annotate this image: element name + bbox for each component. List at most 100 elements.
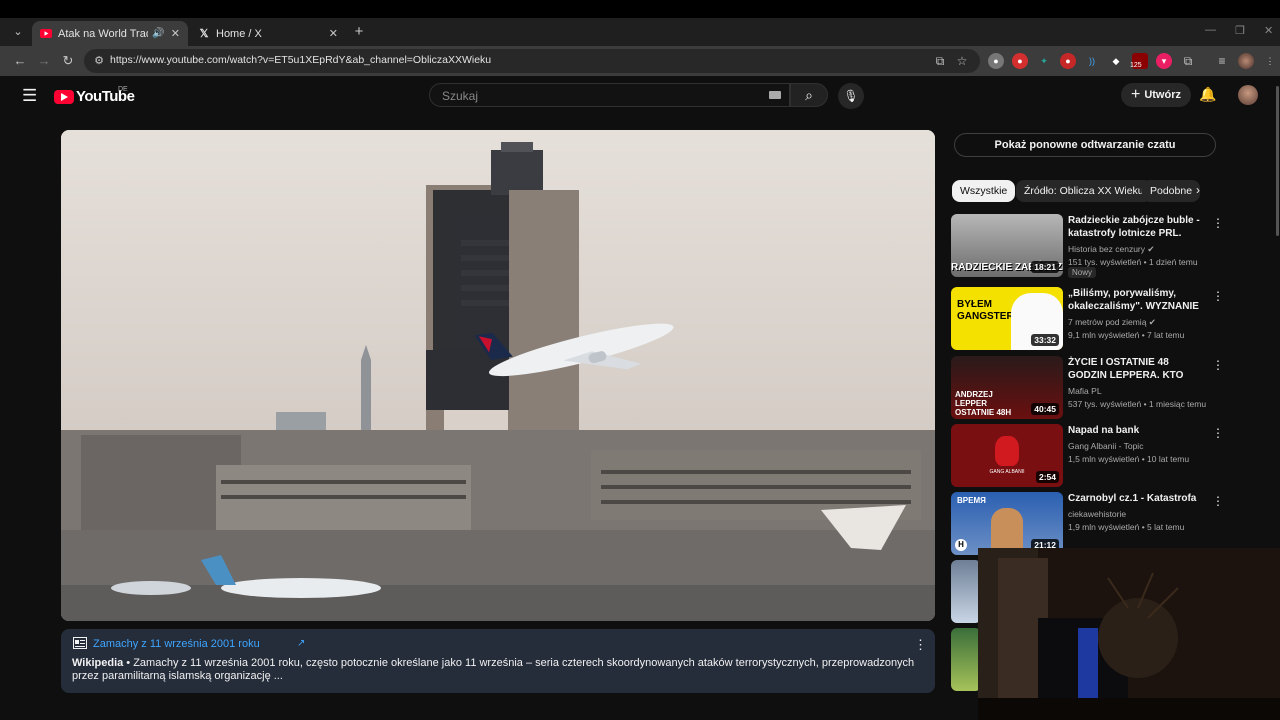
more-options-icon[interactable]: ⋮ bbox=[1212, 494, 1224, 508]
site-info-icon[interactable]: ⚙ bbox=[92, 54, 106, 68]
create-button[interactable]: + Utwórz bbox=[1121, 83, 1191, 107]
restore-icon[interactable]: ❐ bbox=[1235, 24, 1245, 37]
browser-tab-youtube[interactable]: Atak na World Trade Center 🔊 ✕ bbox=[32, 21, 188, 46]
video-title[interactable]: „Biliśmy, porywaliśmy, okaleczaliśmy". W… bbox=[1068, 287, 1204, 313]
more-options-icon[interactable]: ⋮ bbox=[1212, 216, 1224, 230]
video-thumbnail[interactable]: BYŁEM GANGSTEREM 33:32 bbox=[951, 287, 1063, 350]
chevron-right-icon[interactable]: › bbox=[1196, 183, 1200, 197]
hamburger-menu-icon[interactable]: ☰ bbox=[22, 86, 37, 106]
close-tab-icon[interactable]: ✕ bbox=[329, 27, 338, 40]
forward-icon[interactable]: → bbox=[36, 53, 52, 69]
youtube-play-icon bbox=[54, 89, 74, 104]
channel-name[interactable]: 7 metrów pod ziemią ✔ bbox=[1068, 317, 1156, 328]
search-input[interactable] bbox=[440, 88, 744, 104]
video-thumbnail[interactable] bbox=[951, 628, 981, 691]
extension-icon[interactable]: ● bbox=[988, 53, 1004, 69]
create-label: Utwórz bbox=[1144, 89, 1181, 101]
duration-badge: 40:45 bbox=[1031, 403, 1059, 415]
chip-source[interactable]: Źródło: Oblicza XX Wieku bbox=[1016, 180, 1152, 202]
reading-list-icon[interactable]: ≡ bbox=[1214, 53, 1230, 69]
info-panel: Zamachy z 11 września 2001 roku ↗ Wikipe… bbox=[61, 629, 935, 693]
search-box[interactable] bbox=[429, 83, 790, 107]
extension-icon[interactable]: ✦ bbox=[1036, 53, 1052, 69]
browser-menu-icon[interactable]: ⋮ bbox=[1262, 53, 1278, 69]
webcam-frame bbox=[978, 548, 1280, 720]
search-icon: ⌕ bbox=[805, 87, 813, 103]
recommendation-item[interactable]: ВРЕМЯ H 21:12 Czarnobyl cz.1 - Katastrof… bbox=[951, 492, 1224, 556]
plus-icon: + bbox=[1130, 86, 1141, 103]
more-options-icon[interactable]: ⋮ bbox=[1212, 358, 1224, 372]
voice-search-button[interactable]: 🎙 bbox=[838, 83, 864, 109]
chip-related[interactable]: Podobne bbox=[1142, 180, 1201, 202]
notifications-bell-icon[interactable]: 🔔 bbox=[1199, 86, 1217, 104]
recommendation-item[interactable]: ANDRZEJ LEPPER OSTATNIE 48H 40:45 ŻYCIE … bbox=[951, 356, 1224, 420]
speaker-icon[interactable]: 🔊 bbox=[152, 28, 164, 39]
extension-icon[interactable]: ▾ bbox=[1156, 53, 1172, 69]
duration-badge: 2:54 bbox=[1035, 471, 1059, 483]
video-title[interactable]: Napad na bank bbox=[1068, 424, 1204, 437]
video-player[interactable] bbox=[61, 130, 935, 621]
video-meta: 9,1 mln wyświetleń • 7 lat temu bbox=[1068, 330, 1185, 340]
info-description: Wikipedia • Zamachy z 11 września 2001 r… bbox=[72, 657, 920, 683]
youtube-logo[interactable]: YouTube DE bbox=[54, 86, 135, 105]
show-chat-replay-button[interactable]: Pokaż ponowne odtwarzanie czatu bbox=[954, 133, 1216, 157]
recommendation-item[interactable]: BYŁEM GANGSTEREM 33:32 „Biliśmy, porywal… bbox=[951, 287, 1224, 351]
puzzle-extensions-icon[interactable]: ⧉ bbox=[1180, 53, 1196, 69]
video-title[interactable]: ŻYCIE I OSTATNIE 48 GODZIN LEPPERA. KTO … bbox=[1068, 356, 1204, 382]
channel-name[interactable]: Gang Albanii - Topic bbox=[1068, 441, 1143, 451]
reload-icon[interactable]: ↻ bbox=[60, 53, 76, 69]
extension-icon[interactable]: ◆ bbox=[1108, 53, 1124, 69]
extension-icon[interactable]: ● bbox=[1060, 53, 1076, 69]
extension-icon[interactable]: )) bbox=[1084, 53, 1100, 69]
filter-chips: Wszystkie Źródło: Oblicza XX Wieku Podob… bbox=[952, 180, 1210, 202]
tab-title: Atak na World Trade Center bbox=[58, 27, 148, 40]
more-options-icon[interactable]: ⋮ bbox=[1212, 426, 1224, 440]
more-options-icon[interactable]: ⋮ bbox=[914, 637, 927, 653]
thumbnail-text: BYŁEM GANGSTEREM bbox=[957, 299, 1029, 322]
chip-all[interactable]: Wszystkie bbox=[952, 180, 1016, 202]
video-thumbnail[interactable]: GANG ALBANII 2:54 bbox=[951, 424, 1063, 487]
extension-badge: 125 bbox=[1130, 62, 1142, 69]
address-bar[interactable]: ⚙ https://www.youtube.com/watch?v=ET5u1X… bbox=[84, 49, 980, 73]
video-title[interactable]: Czarnobyl cz.1 - Katastrofa bbox=[1068, 492, 1204, 505]
video-meta: 1,9 mln wyświetleń • 5 lat temu bbox=[1068, 522, 1185, 532]
browser-tab-x[interactable]: 𝕏 Home / X ✕ bbox=[190, 21, 346, 46]
new-tab-icon[interactable]: + bbox=[350, 23, 368, 41]
channel-name[interactable]: Historia bez cenzury ✔ bbox=[1068, 244, 1155, 255]
x-favicon-icon: 𝕏 bbox=[199, 28, 209, 40]
tab-search-chevron-icon[interactable]: ⌄ bbox=[8, 23, 28, 41]
recommendation-item[interactable]: GANG ALBANII 2:54 Napad na bank Gang Alb… bbox=[951, 424, 1224, 488]
thumbnail-text: ANDRZEJ LEPPER OSTATNIE 48H bbox=[955, 390, 1012, 417]
search-button[interactable]: ⌕ bbox=[790, 83, 828, 107]
back-icon[interactable]: ← bbox=[12, 53, 28, 69]
video-thumbnail[interactable]: RADZIECKIE ZABÓJCZE BUBLE 18:21 bbox=[951, 214, 1063, 277]
channel-name[interactable]: ciekawehistorie bbox=[1068, 509, 1126, 519]
more-options-icon[interactable]: ⋮ bbox=[1212, 289, 1224, 303]
page-scrollbar[interactable] bbox=[1276, 86, 1279, 236]
recommendation-item[interactable]: RADZIECKIE ZABÓJCZE BUBLE 18:21 Radzieck… bbox=[951, 214, 1224, 278]
install-app-icon[interactable]: ⧉ bbox=[932, 53, 948, 69]
keyboard-icon[interactable] bbox=[769, 91, 781, 99]
external-link-icon[interactable]: ↗ bbox=[297, 638, 305, 649]
minimize-icon[interactable]: — bbox=[1205, 24, 1216, 36]
url-text: https://www.youtube.com/watch?v=ET5u1XEp… bbox=[110, 54, 492, 66]
close-tab-icon[interactable]: ✕ bbox=[171, 27, 180, 40]
youtube-favicon-icon bbox=[40, 28, 52, 40]
extension-icon[interactable]: ● bbox=[1012, 53, 1028, 69]
info-link[interactable]: Zamachy z 11 września 2001 roku bbox=[93, 638, 260, 650]
duration-badge: 33:32 bbox=[1031, 334, 1059, 346]
video-frame bbox=[61, 130, 935, 621]
close-window-icon[interactable]: ✕ bbox=[1264, 24, 1273, 37]
country-code: DE bbox=[118, 86, 128, 93]
channel-name[interactable]: Mafia PL bbox=[1068, 386, 1102, 396]
video-thumbnail[interactable]: ANDRZEJ LEPPER OSTATNIE 48H 40:45 bbox=[951, 356, 1063, 419]
video-thumbnail[interactable]: ВРЕМЯ H 21:12 bbox=[951, 492, 1063, 555]
profile-avatar-icon[interactable] bbox=[1238, 53, 1254, 69]
video-title[interactable]: Radzieckie zabójcze buble - katastrofy l… bbox=[1068, 214, 1204, 240]
bookmark-star-icon[interactable]: ☆ bbox=[954, 53, 970, 69]
thumbnail-mask bbox=[995, 436, 1019, 466]
verified-icon: ✔ bbox=[1148, 317, 1156, 327]
duration-badge: 18:21 bbox=[1031, 261, 1059, 273]
account-avatar[interactable] bbox=[1238, 85, 1258, 105]
video-thumbnail[interactable] bbox=[951, 560, 981, 623]
